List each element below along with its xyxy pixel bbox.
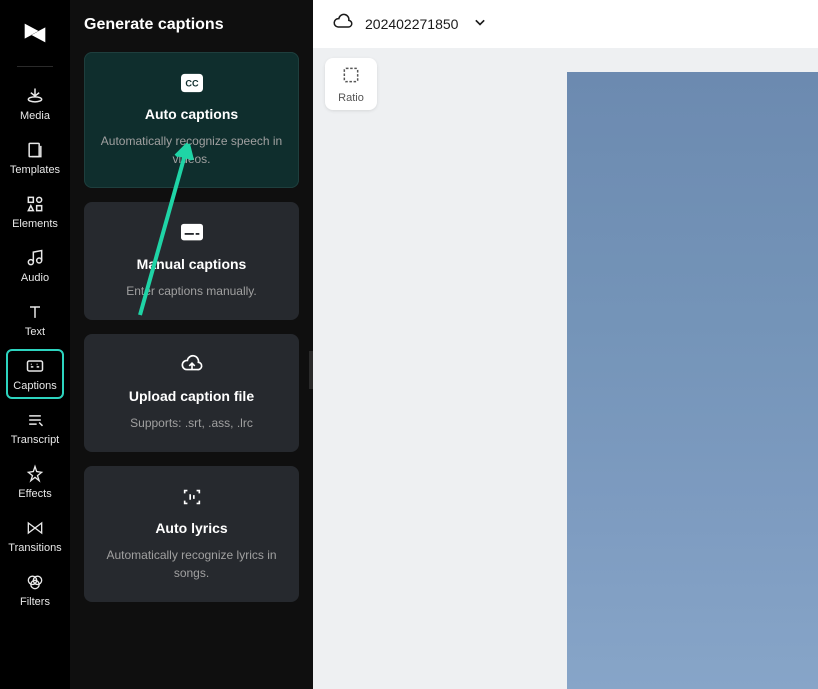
canvas-area: Ratio <box>313 48 818 689</box>
card-title: Auto lyrics <box>98 520 285 536</box>
sidebar-item-label: Transcript <box>11 434 60 446</box>
topbar: 202402271850 <box>313 0 818 48</box>
sidebar-item-label: Transitions <box>8 542 61 554</box>
ratio-label: Ratio <box>338 92 364 104</box>
cloud-upload-icon <box>98 354 285 376</box>
svg-text:CC: CC <box>185 79 199 89</box>
sidebar-item-label: Media <box>20 110 50 122</box>
main-area: 202402271850 Ratio <box>313 0 818 689</box>
chevron-down-icon[interactable] <box>470 12 490 37</box>
subtitle-icon <box>98 222 285 244</box>
card-auto-captions[interactable]: CC Auto captions Automatically recognize… <box>84 52 299 188</box>
sidebar-item-transcript[interactable]: Transcript <box>6 403 64 453</box>
card-upload-captions[interactable]: Upload caption file Supports: .srt, .ass… <box>84 334 299 452</box>
card-title: Upload caption file <box>98 388 285 404</box>
card-manual-captions[interactable]: Manual captions Enter captions manually. <box>84 202 299 320</box>
sidebar-item-text[interactable]: Text <box>6 295 64 345</box>
sidebar-item-elements[interactable]: Elements <box>6 187 64 237</box>
sidebar-item-templates[interactable]: Templates <box>6 133 64 183</box>
ratio-icon <box>341 65 361 88</box>
panel-title: Generate captions <box>84 16 299 34</box>
video-preview[interactable] <box>567 72 818 689</box>
card-desc: Enter captions manually. <box>98 282 285 300</box>
scan-icon <box>98 486 285 508</box>
sidebar-item-captions[interactable]: Captions <box>6 349 64 399</box>
cc-icon: CC <box>98 72 285 94</box>
cloud-icon <box>333 12 353 37</box>
sidebar-item-label: Captions <box>13 380 56 392</box>
project-name[interactable]: 202402271850 <box>365 16 458 32</box>
sidebar-item-label: Text <box>25 326 45 338</box>
captions-panel: Generate captions CC Auto captions Autom… <box>70 0 313 689</box>
card-desc: Automatically recognize lyrics in songs. <box>98 546 285 582</box>
sidebar-item-label: Templates <box>10 164 60 176</box>
sidebar-item-label: Elements <box>12 218 58 230</box>
sidebar-item-label: Filters <box>20 596 50 608</box>
sidebar-item-label: Effects <box>18 488 51 500</box>
sidebar-item-filters[interactable]: Filters <box>6 565 64 615</box>
sidebar-item-media[interactable]: Media <box>6 79 64 129</box>
card-desc: Supports: .srt, .ass, .lrc <box>98 414 285 432</box>
sidebar-item-effects[interactable]: Effects <box>6 457 64 507</box>
sidebar-item-transitions[interactable]: Transitions <box>6 511 64 561</box>
app-logo[interactable] <box>18 16 52 50</box>
card-auto-lyrics[interactable]: Auto lyrics Automatically recognize lyri… <box>84 466 299 602</box>
card-title: Auto captions <box>98 106 285 122</box>
sidebar: Media Templates Elements Audio Text Capt… <box>0 0 70 689</box>
sidebar-item-audio[interactable]: Audio <box>6 241 64 291</box>
card-desc: Automatically recognize speech in videos… <box>98 132 285 168</box>
ratio-button[interactable]: Ratio <box>325 58 377 110</box>
card-title: Manual captions <box>98 256 285 272</box>
sidebar-item-label: Audio <box>21 272 49 284</box>
